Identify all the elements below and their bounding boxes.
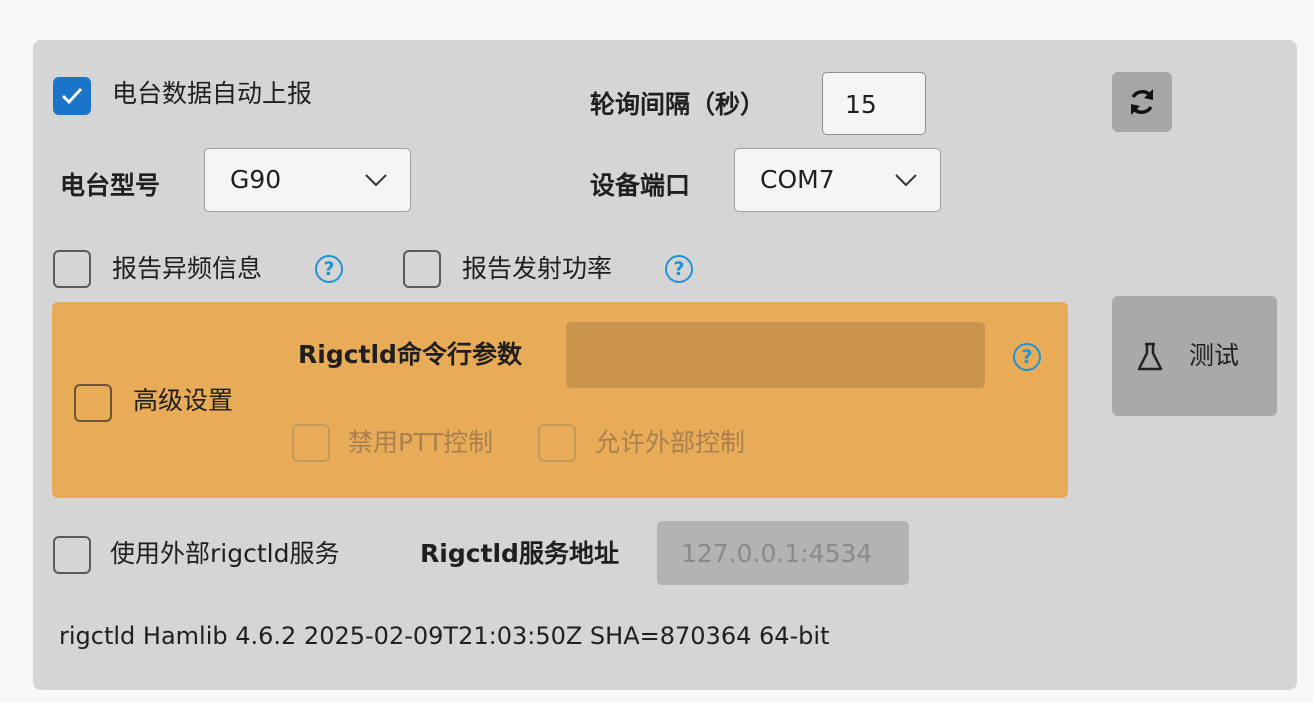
device-port-dropdown[interactable]: COM7 (734, 148, 941, 212)
chevron-down-icon (895, 174, 917, 187)
disable-ptt-label: 禁用PTT控制 (348, 428, 494, 457)
report-offfreq-label: 报告异频信息 (112, 254, 263, 283)
version-text: rigctld Hamlib 4.6.2 2025-02-09T21:03:50… (59, 622, 830, 650)
radio-model-label: 电台型号 (60, 171, 161, 200)
refresh-icon (1131, 89, 1153, 115)
disable-ptt-checkbox[interactable] (292, 424, 330, 462)
external-service-label: 使用外部rigctld服务 (110, 539, 340, 568)
help-icon[interactable]: ? (1013, 343, 1041, 371)
checkmark-icon (61, 87, 83, 105)
auto-report-label: 电台数据自动上报 (112, 79, 313, 108)
test-button-label: 测试 (1189, 341, 1240, 370)
flask-icon (1137, 342, 1163, 371)
refresh-button[interactable] (1112, 72, 1172, 132)
report-power-label: 报告发射功率 (462, 254, 613, 283)
service-address-input[interactable]: 127.0.0.1:4534 (657, 521, 909, 585)
device-port-value: COM7 (760, 165, 835, 194)
rigctld-args-input[interactable] (566, 322, 985, 388)
service-address-label: Rigctld服务地址 (420, 539, 619, 568)
rigctld-args-label: Rigctld命令行参数 (298, 340, 522, 369)
allow-external-control-label: 允许外部控制 (595, 428, 746, 457)
auto-report-checkbox[interactable] (53, 77, 91, 115)
advanced-settings-checkbox[interactable] (74, 384, 112, 422)
advanced-settings-label: 高级设置 (133, 386, 234, 415)
report-power-checkbox[interactable] (403, 250, 441, 288)
poll-interval-value: 15 (845, 90, 877, 119)
test-button[interactable]: 测试 (1112, 296, 1277, 416)
poll-interval-input[interactable]: 15 (822, 72, 926, 135)
radio-model-dropdown[interactable]: G90 (204, 148, 411, 212)
radio-model-value: G90 (230, 165, 282, 194)
external-service-checkbox[interactable] (53, 536, 91, 574)
allow-external-control-checkbox[interactable] (538, 424, 576, 462)
report-offfreq-checkbox[interactable] (53, 250, 91, 288)
chevron-down-icon (365, 174, 387, 187)
help-icon[interactable]: ? (665, 255, 693, 283)
device-port-label: 设备端口 (590, 171, 691, 200)
service-address-placeholder: 127.0.0.1:4534 (681, 539, 873, 568)
poll-interval-label: 轮询间隔（秒） (590, 90, 766, 119)
help-icon[interactable]: ? (315, 255, 343, 283)
